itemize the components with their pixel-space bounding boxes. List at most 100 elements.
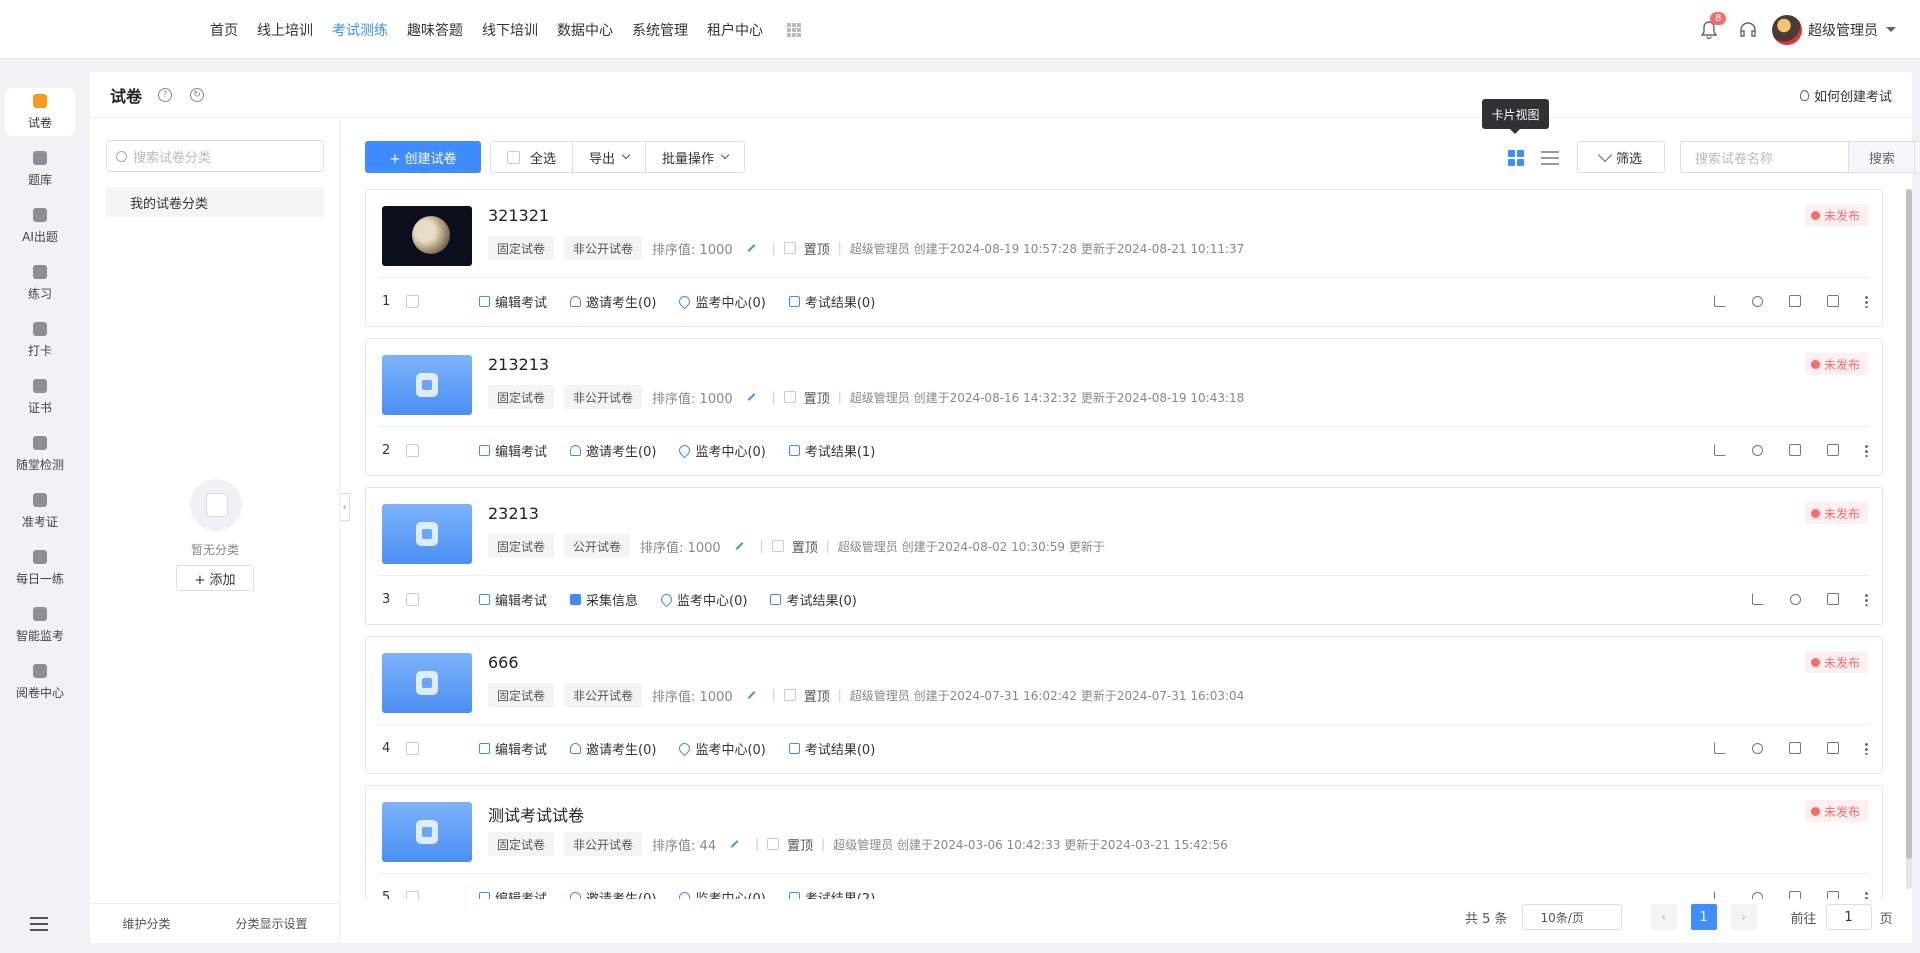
- share-icon[interactable]: [1752, 891, 1763, 899]
- edit-sort-icon[interactable]: [747, 691, 756, 699]
- help-icon[interactable]: ?: [158, 87, 173, 102]
- nav-system[interactable]: 系统管理: [632, 20, 688, 40]
- add-category-button[interactable]: + 添加: [176, 565, 254, 591]
- page-1-button[interactable]: 1: [1690, 904, 1717, 930]
- sidebar-item-practice[interactable]: 练习: [5, 259, 75, 307]
- invite-link[interactable]: 邀请考生(0): [570, 292, 656, 311]
- bell-icon[interactable]: 8: [1698, 11, 1727, 41]
- mail-icon[interactable]: [1789, 742, 1801, 754]
- exam-name[interactable]: 23213: [488, 504, 539, 523]
- proctor-center-link[interactable]: 监考中心(0): [677, 888, 766, 899]
- filter-button[interactable]: 筛选: [1577, 141, 1665, 173]
- copy-icon[interactable]: [1827, 891, 1839, 899]
- avatar[interactable]: [1772, 14, 1802, 45]
- edit-sort-icon[interactable]: [735, 542, 744, 550]
- next-page-button[interactable]: ›: [1730, 904, 1757, 930]
- edit-exam-link[interactable]: 编辑考试: [479, 739, 547, 758]
- exam-card[interactable]: 213213 未发布 固定试卷 非公开试卷 排序值: 1000 | 置顶 | 超级管理员 创建于…: [365, 338, 1883, 476]
- category-item[interactable]: 我的试卷分类: [106, 187, 324, 217]
- exam-card[interactable]: 321321 未发布 固定试卷 非公开试卷 排序值: 1000 | 置顶 | 超级管理员 创建于…: [365, 189, 1883, 327]
- stats-icon[interactable]: [1714, 891, 1726, 899]
- nav-exam[interactable]: 考试测练: [332, 20, 388, 40]
- export-dropdown[interactable]: 导出: [573, 142, 647, 172]
- sidebar-item-question-bank[interactable]: 题库: [5, 145, 75, 193]
- collapse-panel-icon[interactable]: ‹: [340, 493, 350, 521]
- how-to-create-link[interactable]: 如何创建考试: [1799, 86, 1892, 105]
- mail-icon[interactable]: [1789, 891, 1801, 899]
- pin-top-checkbox[interactable]: [783, 391, 796, 403]
- sidebar-item-proctor[interactable]: 智能监考: [5, 601, 75, 649]
- edit-sort-icon[interactable]: [747, 393, 756, 401]
- pin-top-checkbox[interactable]: [783, 689, 796, 701]
- more-icon[interactable]: [1865, 741, 1868, 755]
- nav-quiz[interactable]: 趣味答题: [407, 20, 463, 40]
- row-checkbox[interactable]: [406, 294, 419, 308]
- edit-sort-icon[interactable]: [730, 840, 739, 848]
- sidebar-item-admission[interactable]: 准考证: [5, 487, 75, 535]
- proctor-center-link[interactable]: 监考中心(0): [677, 739, 766, 758]
- copy-icon[interactable]: [1827, 742, 1839, 754]
- category-display-settings-link[interactable]: 分类显示设置: [235, 915, 307, 932]
- sidebar-item-certificate[interactable]: 证书: [5, 373, 75, 421]
- mail-icon[interactable]: [1789, 444, 1801, 456]
- menu-toggle-icon[interactable]: [30, 917, 48, 931]
- goto-page-input[interactable]: 1: [1825, 904, 1872, 930]
- edit-sort-icon[interactable]: [747, 244, 756, 252]
- stats-icon[interactable]: [1752, 593, 1764, 605]
- more-icon[interactable]: [1865, 890, 1868, 899]
- exam-card[interactable]: 23213 未发布 固定试卷 公开试卷 排序值: 1000 | 置顶 | 超级管理员 创建于20…: [365, 487, 1883, 625]
- edit-exam-link[interactable]: 编辑考试: [479, 441, 547, 460]
- headset-icon[interactable]: [1738, 20, 1758, 40]
- user-name[interactable]: 超级管理员: [1808, 20, 1878, 40]
- exam-name[interactable]: 测试考试试卷: [488, 802, 584, 826]
- sidebar-item-daily[interactable]: 每日一练: [5, 544, 75, 592]
- share-icon[interactable]: [1752, 295, 1763, 307]
- share-icon[interactable]: [1790, 593, 1801, 605]
- sidebar-item-quiz[interactable]: 随堂检测: [5, 430, 75, 478]
- copy-icon[interactable]: [1827, 444, 1839, 456]
- nav-home[interactable]: 首页: [210, 20, 238, 40]
- apps-grid-icon[interactable]: [787, 22, 801, 37]
- edit-exam-link[interactable]: 编辑考试: [479, 888, 547, 899]
- sidebar-item-checkin[interactable]: 打卡: [5, 316, 75, 364]
- pin-top-checkbox[interactable]: [767, 838, 780, 850]
- exam-results-link[interactable]: 考试结果(1): [788, 441, 875, 460]
- checkbox[interactable]: [507, 150, 520, 164]
- card-view-icon[interactable]: [1508, 150, 1524, 166]
- proctor-center-link[interactable]: 监考中心(0): [677, 441, 766, 460]
- nav-tenant[interactable]: 租户中心: [707, 20, 763, 40]
- copy-icon[interactable]: [1827, 295, 1839, 307]
- sidebar-item-ai[interactable]: AI出题: [5, 202, 75, 250]
- exam-card[interactable]: 测试考试试卷 未发布 固定试卷 非公开试卷 排序值: 44 | 置顶 | 超级管理员 创建于20…: [365, 785, 1883, 899]
- batch-operation-dropdown[interactable]: 批量操作: [646, 142, 744, 172]
- invite-link[interactable]: 采集信息: [570, 590, 638, 609]
- invite-link[interactable]: 邀请考生(0): [570, 441, 656, 460]
- proctor-center-link[interactable]: 监考中心(0): [677, 292, 766, 311]
- exam-results-link[interactable]: 考试结果(0): [788, 292, 875, 311]
- reset-button[interactable]: 重置: [1914, 142, 1920, 172]
- more-icon[interactable]: [1865, 443, 1868, 457]
- exam-thumbnail[interactable]: [382, 653, 472, 713]
- row-checkbox[interactable]: [406, 890, 419, 899]
- scrollbar[interactable]: [1906, 189, 1912, 859]
- exam-thumbnail[interactable]: [382, 802, 472, 862]
- exam-card[interactable]: 666 未发布 固定试卷 非公开试卷 排序值: 1000 | 置顶 | 超级管理员 创建于202…: [365, 636, 1883, 774]
- exam-thumbnail[interactable]: [382, 206, 472, 266]
- pin-top-checkbox[interactable]: [771, 540, 784, 552]
- exam-name[interactable]: 213213: [488, 355, 549, 374]
- nav-online-training[interactable]: 线上培训: [257, 20, 313, 40]
- copy-icon[interactable]: [1827, 593, 1839, 605]
- page-size-select[interactable]: 10条/页: [1521, 904, 1622, 930]
- stats-icon[interactable]: [1714, 742, 1726, 754]
- row-checkbox[interactable]: [406, 443, 419, 457]
- invite-link[interactable]: 邀请考生(0): [570, 888, 656, 899]
- sidebar-item-grading[interactable]: 阅卷中心: [5, 658, 75, 706]
- exam-name[interactable]: 321321: [488, 206, 549, 225]
- exam-thumbnail[interactable]: [382, 355, 472, 415]
- share-icon[interactable]: [1752, 444, 1763, 456]
- category-search-input[interactable]: 搜索试卷分类: [106, 140, 324, 172]
- row-checkbox[interactable]: [406, 592, 419, 606]
- exam-results-link[interactable]: 考试结果(2): [788, 888, 875, 899]
- prev-page-button[interactable]: ‹: [1650, 904, 1677, 930]
- edit-exam-link[interactable]: 编辑考试: [479, 292, 547, 311]
